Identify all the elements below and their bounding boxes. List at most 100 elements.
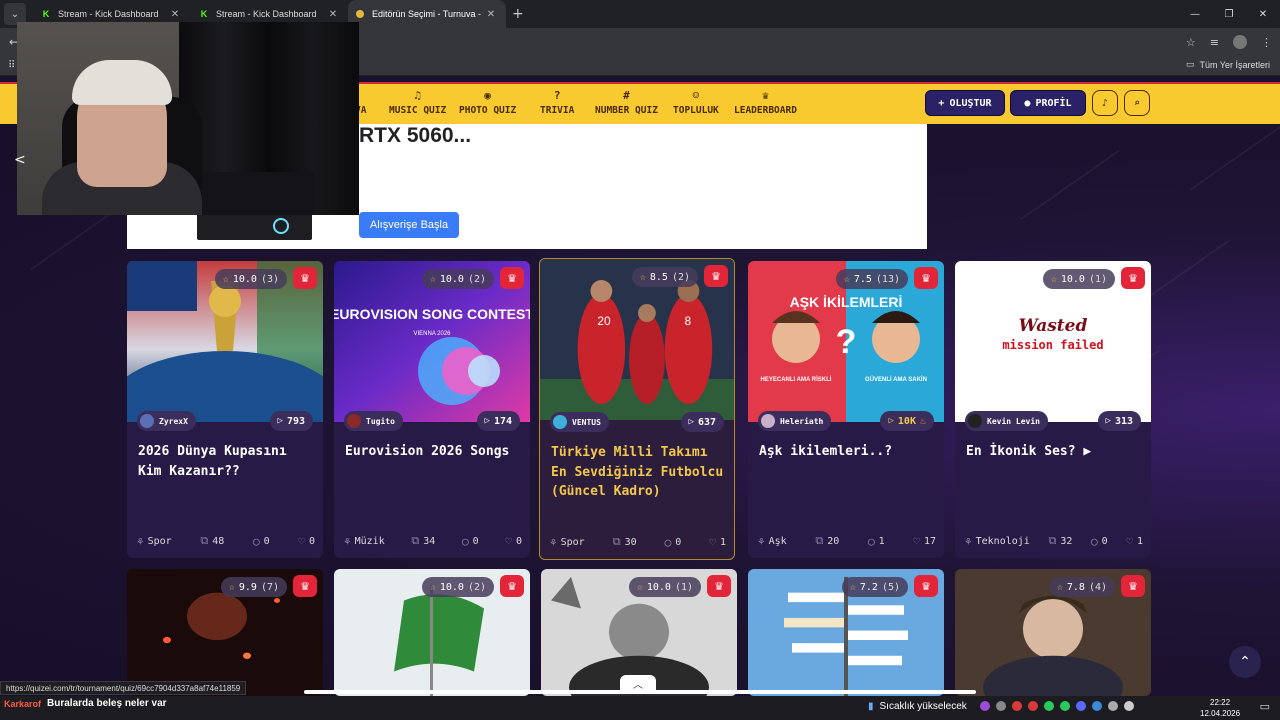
webcam-overlay — [17, 22, 359, 215]
nav-item-photo-quiz[interactable]: ◉ PHOTO QUIZ — [459, 87, 516, 118]
tray-app-icon[interactable] — [1028, 701, 1038, 711]
scroll-to-top-button[interactable]: ⌃ — [1229, 646, 1261, 678]
play-count: ▷ 174 — [476, 411, 520, 431]
close-icon[interactable]: ✕ — [168, 9, 182, 20]
comment-icon: ◯ — [664, 535, 672, 549]
camera-icon: ◉ — [484, 89, 491, 102]
card-title[interactable]: Türkiye Milli Takımı En Sevdiğiniz Futbo… — [551, 443, 724, 502]
menu-icon[interactable]: ⋮ — [1261, 36, 1272, 49]
tray-app-icon[interactable] — [1044, 701, 1054, 711]
quiz-card-row2-2[interactable]: ☆ 10.0 (2) ♛ — [334, 569, 530, 696]
rating-badge: ☆ 8.5 (2) — [631, 267, 698, 287]
search-button[interactable]: ⌕ — [1124, 90, 1150, 116]
create-button[interactable]: + OLUŞTUR — [925, 90, 1005, 116]
card-footer: ⚘ Spor ⧉ 48 ◯ 0 ♡ 0 — [137, 534, 315, 548]
kick-icon: K — [200, 9, 208, 19]
svg-text:8: 8 — [685, 314, 692, 328]
crown-icon[interactable]: ♛ — [704, 265, 728, 287]
crown-icon[interactable]: ♛ — [1121, 267, 1145, 289]
banner-title: RTX 5060... — [359, 124, 472, 147]
carousel-prev-icon[interactable]: < — [14, 152, 26, 168]
tray-app-icon[interactable] — [996, 701, 1006, 711]
crown-icon[interactable]: ♛ — [914, 267, 938, 289]
tray-app-icon[interactable] — [1076, 701, 1086, 711]
playlist-icon[interactable]: ≡ — [1210, 36, 1219, 49]
nav-item-leaderboard[interactable]: ♛ LEADERBOARD — [734, 87, 797, 118]
nav-item-trivia[interactable]: ? TRIVIA — [540, 87, 574, 118]
pc-image — [197, 212, 312, 240]
crown-icon[interactable]: ♛ — [707, 575, 731, 597]
nav-item-topluluk[interactable]: ☺ TOPLULUK — [673, 87, 719, 118]
browser-tab-3[interactable]: Editörün Seçimi - Turnuva - Qu ✕ — [348, 0, 506, 28]
avatar — [761, 414, 775, 428]
play-count: ▷ 637 — [680, 412, 724, 432]
clock[interactable]: 22:22 12.04.2026 — [1200, 697, 1240, 719]
questions-icon: ⧉ — [200, 534, 209, 547]
author-badge[interactable]: Kevin Levin — [965, 411, 1048, 431]
minimize-icon[interactable]: — — [1178, 0, 1212, 28]
quiz-card-turkiye[interactable]: 20 8 ☆ 8.5 (2) ♛ VENTUS ▷ 637 Türkiye Milli… — [539, 258, 735, 560]
all-bookmarks-label: Tüm Yer İşaretleri — [1199, 59, 1270, 70]
avatar[interactable] — [1233, 35, 1247, 49]
quiz-card-ask-ikilemleri[interactable]: ? AŞK İKİLEMLERİ HEYECANLI AMA RİSKLİ GÜ… — [748, 261, 944, 558]
avatar — [140, 414, 154, 428]
crown-icon[interactable]: ♛ — [1121, 575, 1145, 597]
expand-up-icon[interactable]: ︿ — [620, 675, 656, 691]
quiz-card-ikonik-ses[interactable]: Wasted mission failed ☆ 10.0 (1) ♛ Kevin L… — [955, 261, 1151, 558]
card-title[interactable]: 2026 Dünya Kupasını Kim Kazanır?? — [138, 442, 313, 481]
category-icon: ⚘ — [965, 534, 972, 548]
restore-icon[interactable]: ❐ — [1212, 0, 1246, 28]
crown-icon[interactable]: ♛ — [293, 575, 317, 597]
card-footer: ⚘ Aşk ⧉ 20 ◯ 1 ♡ 17 — [758, 534, 936, 548]
star-icon[interactable]: ☆ — [1186, 36, 1196, 49]
close-window-icon[interactable]: ✕ — [1246, 0, 1280, 28]
all-bookmarks[interactable]: ▭ Tüm Yer İşaretleri — [1186, 59, 1270, 70]
notifications-button[interactable]: ♪ — [1092, 90, 1118, 116]
category-icon: ⚘ — [137, 534, 144, 548]
search-icon: ⌕ — [1133, 97, 1141, 109]
quiz-card-row2-5[interactable]: ☆ 7.8 (4) ♛ — [955, 569, 1151, 696]
tray-app-icon[interactable] — [1012, 701, 1022, 711]
chat-ticker: Karkarof Buralarda beleş neler var — [4, 698, 167, 709]
shop-button[interactable]: Alışverişe Başla — [359, 212, 459, 238]
tray-app-icon[interactable] — [1060, 701, 1070, 711]
weather-widget[interactable]: ▮ Sıcaklık yükselecek — [868, 701, 967, 712]
nav-item-music-quiz[interactable]: ♫ MUSIC QUIZ — [389, 87, 446, 118]
tray-app-icon[interactable] — [1092, 701, 1102, 711]
tray-app-icon[interactable] — [980, 701, 990, 711]
new-tab-icon[interactable]: + — [512, 6, 524, 22]
author-badge[interactable]: Tugito — [344, 411, 403, 431]
notification-icon[interactable]: ▭ — [1260, 700, 1270, 713]
question-icon: ? — [553, 89, 561, 102]
quiz-card-row2-4[interactable]: ☆ 7.2 (5) ♛ — [748, 569, 944, 696]
heart-icon: ♡ — [298, 534, 305, 548]
crown-icon[interactable]: ♛ — [293, 267, 317, 289]
tray-app-icon[interactable] — [1108, 701, 1118, 711]
star-icon: ☆ — [222, 273, 229, 285]
card-title[interactable]: En İkonik Ses? ▶ — [966, 442, 1141, 462]
avatar — [347, 414, 361, 428]
quiz-card-world-cup[interactable]: ☆ 10.0 (3) ♛ ZyrexX ▷ 793 2026 Dünya Kupası… — [127, 261, 323, 558]
close-icon[interactable]: ✕ — [484, 9, 498, 20]
card-title[interactable]: Aşk ikilemleri..? — [759, 442, 934, 462]
quiz-card-eurovision[interactable]: EUROVISION SONG CONTEST VIENNA 2026 ☆ 10.… — [334, 261, 530, 558]
apps-icon[interactable]: ⠿ — [8, 60, 15, 71]
author-badge[interactable]: ZyrexX — [137, 411, 196, 431]
nav-item-number-quiz[interactable]: # NUMBER QUIZ — [595, 87, 658, 118]
tray-app-icon[interactable] — [1124, 701, 1134, 711]
profile-button[interactable]: ● PROFİL — [1010, 90, 1086, 116]
ticker-user: Karkarof — [4, 698, 42, 709]
author-badge[interactable]: VENTUS — [550, 412, 609, 432]
author-badge[interactable]: Heleriath — [758, 411, 832, 431]
quiz-card-row2-1[interactable]: ☆ 9.9 (7) ♛ — [127, 569, 323, 696]
crown-icon[interactable]: ♛ — [914, 575, 938, 597]
kick-icon: K — [42, 9, 50, 19]
close-icon[interactable]: ✕ — [326, 9, 340, 20]
thermometer-icon: ▮ — [868, 701, 874, 712]
page-bottom-bar — [304, 690, 976, 694]
crown-icon[interactable]: ♛ — [500, 575, 524, 597]
card-title[interactable]: Eurovision 2026 Songs — [345, 442, 520, 462]
thumb-subtext: HEYECANLI AMA RİSKLİ — [761, 376, 832, 383]
tab-label: Stream - Kick Dashboard — [216, 9, 317, 19]
crown-icon[interactable]: ♛ — [500, 267, 524, 289]
